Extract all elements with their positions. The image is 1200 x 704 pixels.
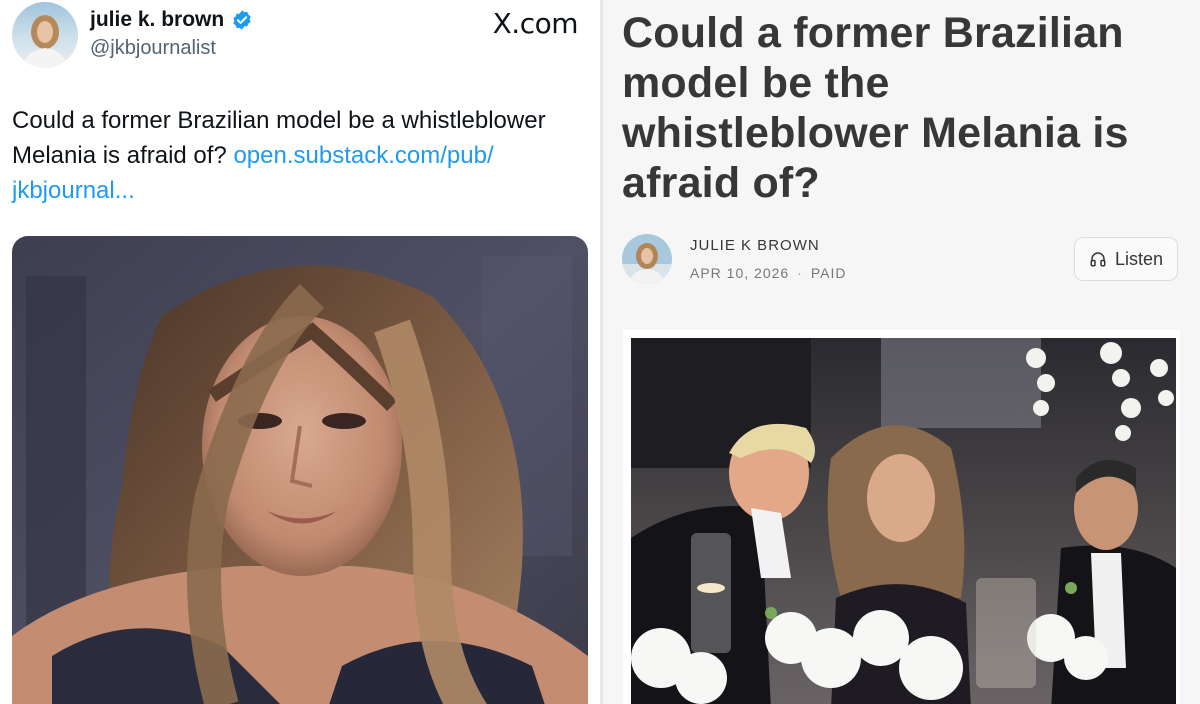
article-photo[interactable] — [631, 338, 1176, 704]
meta-separator: · — [797, 265, 803, 281]
article-photo-frame — [623, 330, 1180, 704]
article-panel: Could a former Brazilian model be the wh… — [603, 0, 1200, 704]
access-badge: PAID — [810, 265, 847, 281]
article-author-avatar[interactable] — [622, 234, 672, 284]
article-author[interactable]: JULIE K BROWN — [690, 237, 820, 254]
tweet-photo[interactable] — [12, 236, 588, 704]
listen-label: Listen — [1114, 248, 1164, 269]
author-handle[interactable]: @jkbjournalist — [90, 37, 216, 60]
article-title: Could a former Brazilian model be the wh… — [622, 9, 1129, 207]
tweet-text: Could a former Brazilian model be a whis… — [12, 103, 592, 208]
platform-label: X.com — [492, 7, 579, 40]
author-name-row: julie k. brown — [90, 8, 253, 32]
article-meta: APR 10, 2026 · PAID — [690, 265, 846, 281]
author-name[interactable]: julie k. brown — [90, 8, 224, 32]
author-avatar[interactable] — [12, 2, 78, 68]
tweet-card: julie k. brown @jkbjournalist X.com Coul… — [0, 0, 600, 704]
listen-button[interactable]: Listen — [1074, 237, 1178, 281]
verified-badge-icon — [233, 10, 251, 30]
article-date: APR 10, 2026 — [690, 265, 790, 281]
headphones-icon — [1090, 252, 1106, 267]
